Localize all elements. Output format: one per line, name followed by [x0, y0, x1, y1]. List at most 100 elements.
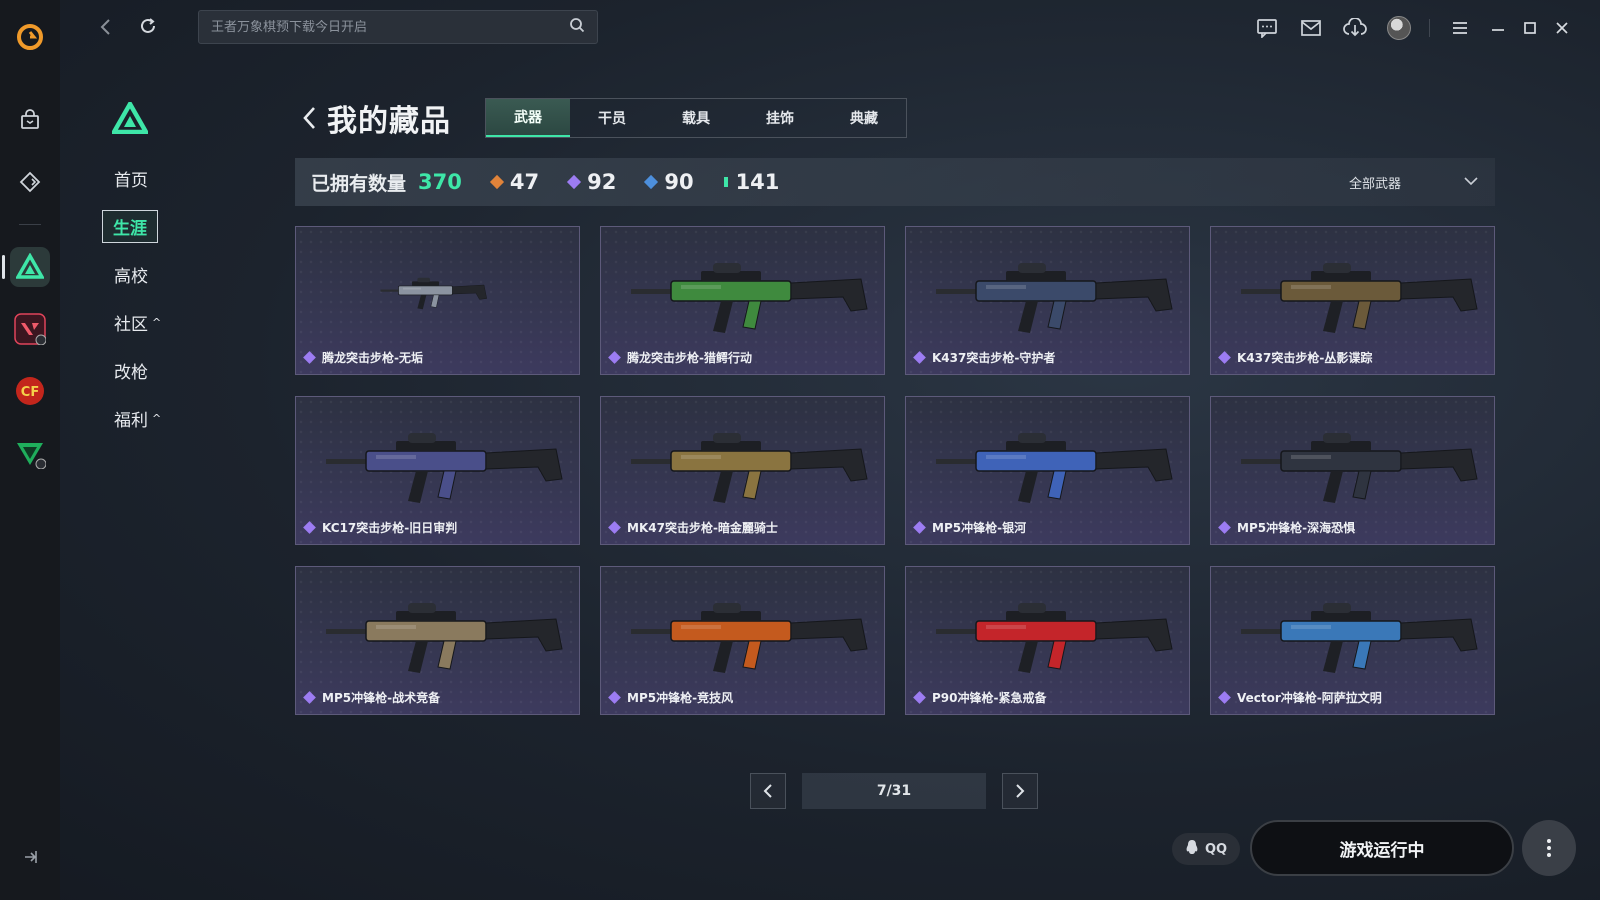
- sidenav-item-rewards[interactable]: 福利 ^: [60, 394, 230, 442]
- weapon-skin-card[interactable]: MP5冲锋枪-竞技风: [600, 566, 885, 715]
- rarity-gem-icon: [608, 521, 621, 534]
- search-box[interactable]: [198, 10, 598, 44]
- expand-rail-icon[interactable]: [21, 848, 39, 870]
- sidenav-item-label: 首页: [114, 170, 148, 191]
- game-crossfire-icon[interactable]: CF: [10, 371, 50, 411]
- rarity-count-value: 141: [735, 170, 780, 194]
- maximize-icon[interactable]: [1514, 14, 1546, 42]
- weapon-skin-name-row: MP5冲锋枪-竞技风: [608, 689, 734, 706]
- search-icon[interactable]: [569, 17, 585, 37]
- weapon-image: [936, 603, 1173, 673]
- owned-count-label: 已拥有数量: [311, 172, 407, 195]
- rarity-gem-icon: [1218, 351, 1231, 364]
- weapon-skin-name: K437突击步枪-守护者: [932, 351, 1056, 365]
- delta-force-logo-icon: [110, 99, 150, 138]
- weapon-skin-name-row: Vector冲锋枪-阿萨拉文明: [1218, 689, 1382, 706]
- mail-icon[interactable]: [1289, 14, 1333, 42]
- rarity-gem-icon: [608, 691, 621, 704]
- weapon-skin-name: MP5冲锋枪-竞技风: [627, 691, 734, 705]
- weapon-image: [631, 263, 868, 333]
- rarity-gem-icon: [303, 351, 316, 364]
- back-chevron-icon[interactable]: [295, 103, 325, 133]
- rarity-count-value: 47: [509, 170, 540, 194]
- weapon-image: [326, 603, 563, 673]
- close-icon[interactable]: [1546, 14, 1578, 42]
- weapon-skin-name-row: 腾龙突击步枪-猎鳄行动: [608, 349, 752, 366]
- weapon-skin-card[interactable]: MP5冲锋枪-银河: [905, 396, 1190, 545]
- weapon-filter-value: 全部武器: [1349, 176, 1402, 192]
- rarity-count-orange: 47: [489, 170, 540, 194]
- rarity-gem-icon: [303, 691, 316, 704]
- weapon-skin-card[interactable]: P90冲锋枪-紧急戒备: [905, 566, 1190, 715]
- tab-charms[interactable]: 挂饰: [738, 99, 822, 137]
- sidenav-item-career[interactable]: 生涯: [60, 202, 230, 250]
- weapon-skin-card[interactable]: K437突击步枪-丛影谍踪: [1210, 226, 1495, 375]
- weapon-skin-name: P90冲锋枪-紧急戒备: [932, 691, 1047, 705]
- store-bag-icon[interactable]: [10, 100, 50, 140]
- minimize-icon[interactable]: [1482, 14, 1514, 42]
- weapon-skin-card[interactable]: 腾龙突击步枪-猎鳄行动: [600, 226, 885, 375]
- blue-gem-icon: [644, 174, 659, 190]
- game-running-button[interactable]: 游戏运行中: [1250, 820, 1514, 876]
- search-input[interactable]: [211, 19, 569, 35]
- green-gem-icon: [723, 177, 728, 187]
- prev-page-button[interactable]: [750, 773, 786, 809]
- weapon-skin-card[interactable]: Vector冲锋枪-阿萨拉文明: [1210, 566, 1495, 715]
- chat-icon[interactable]: [1245, 14, 1289, 42]
- page-indicator: 7/31: [802, 773, 986, 809]
- sidenav-item-community[interactable]: 社区 ^: [60, 298, 230, 346]
- game-delta-force-icon[interactable]: [2, 247, 50, 287]
- rarity-count-green: 141: [723, 170, 780, 194]
- weapon-skin-card[interactable]: MK47突击步枪-暗金麗骑士: [600, 396, 885, 545]
- sidenav-item-home[interactable]: 首页: [60, 154, 230, 202]
- weapon-skin-card[interactable]: 腾龙突击步枪-无垢: [295, 226, 580, 375]
- weapon-skin-name: K437突击步枪-丛影谍踪: [1237, 351, 1373, 365]
- tab-vehicles[interactable]: 载具: [654, 99, 738, 137]
- weapon-skin-card[interactable]: MP5冲锋枪-深海恐惧: [1210, 396, 1495, 545]
- weapon-skin-name: MP5冲锋枪-深海恐惧: [1237, 521, 1356, 535]
- weapon-skin-card[interactable]: MP5冲锋枪-战术竞备: [295, 566, 580, 715]
- more-options-button[interactable]: [1522, 820, 1576, 876]
- sidenav-item-college[interactable]: 高校: [60, 250, 230, 298]
- sidenav-item-label: 生涯: [102, 209, 158, 243]
- rail-divider: [19, 224, 41, 225]
- tab-operators[interactable]: 干员: [570, 99, 654, 137]
- weapon-skin-name-row: KC17突击步枪-旧日审判: [303, 519, 457, 536]
- window-toolbar: [1245, 14, 1578, 42]
- more-vertical-icon: [1547, 839, 1551, 857]
- owned-count-value: 370: [418, 170, 462, 194]
- back-arrow-icon[interactable]: [98, 17, 114, 41]
- sidenav-item-label: 福利: [114, 410, 148, 431]
- weapon-image: [631, 603, 868, 673]
- weapon-skin-card[interactable]: K437突击步枪-守护者: [905, 226, 1190, 375]
- weapon-image: [326, 433, 563, 503]
- weapon-skin-card[interactable]: KC17突击步枪-旧日审判: [295, 396, 580, 545]
- app-logo-icon: [15, 22, 45, 52]
- weapon-skin-name-row: MP5冲锋枪-深海恐惧: [1218, 519, 1356, 536]
- avatar-image: [1387, 16, 1411, 40]
- weapon-skin-name: Vector冲锋枪-阿萨拉文明: [1237, 691, 1382, 705]
- collection-panel: 我的藏品 武器 干员 载具 挂饰 典藏 已拥有数量 370 47 92 90 1…: [295, 98, 1495, 715]
- tab-weapons[interactable]: 武器: [486, 99, 570, 137]
- rarity-count-blue: 90: [644, 170, 694, 194]
- game-library-icon[interactable]: [10, 162, 50, 202]
- download-manager-icon[interactable]: [1333, 14, 1377, 42]
- sidenav-item-label: 高校: [114, 266, 148, 287]
- chevron-up-icon: ^: [152, 315, 162, 329]
- weapon-filter-dropdown[interactable]: 全部武器: [1349, 168, 1479, 196]
- refresh-icon[interactable]: [138, 16, 158, 40]
- weapon-skin-name-row: 腾龙突击步枪-无垢: [303, 349, 423, 366]
- qq-login-button[interactable]: QQ: [1172, 833, 1240, 865]
- next-page-button[interactable]: [1002, 773, 1038, 809]
- weapon-image: [936, 263, 1173, 333]
- user-avatar[interactable]: [1377, 14, 1421, 42]
- tab-collection[interactable]: 典藏: [822, 99, 906, 137]
- weapon-skin-name-row: MP5冲锋枪-战术竞备: [303, 689, 441, 706]
- menu-icon[interactable]: [1438, 14, 1482, 42]
- game-valorant-icon[interactable]: [10, 309, 50, 349]
- game-green-shield-icon[interactable]: [10, 433, 50, 473]
- qq-penguin-icon: [1185, 839, 1199, 859]
- weapon-skin-name: MP5冲锋枪-战术竞备: [322, 691, 441, 705]
- weapon-image: [1241, 433, 1478, 503]
- sidenav-item-gunsmith[interactable]: 改枪: [60, 346, 230, 394]
